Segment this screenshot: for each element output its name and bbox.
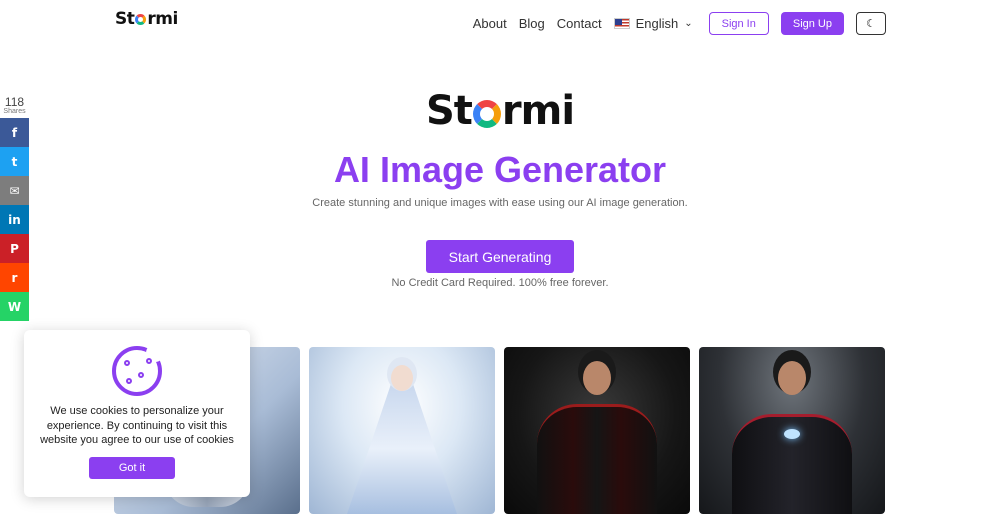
logo[interactable]: St rmi: [115, 9, 178, 29]
moon-icon: ☾: [866, 18, 876, 30]
nav-contact[interactable]: Contact: [557, 16, 602, 31]
whatsapp-share-button[interactable]: W: [0, 292, 29, 321]
figure-suit: [537, 404, 657, 514]
nav-blog[interactable]: Blog: [519, 16, 545, 31]
start-generating-button[interactable]: Start Generating: [426, 240, 574, 273]
figure-head: [583, 361, 611, 395]
language-label: English: [635, 16, 679, 31]
main-nav: About Blog Contact English ⌄ Sign In Sig…: [473, 12, 886, 35]
sign-up-button[interactable]: Sign Up: [780, 12, 844, 35]
chevron-down-icon: ⌄: [684, 18, 693, 29]
logo-text-end: rmi: [147, 9, 178, 29]
nav-about[interactable]: About: [473, 16, 507, 31]
linkedin-share-button[interactable]: in: [0, 205, 29, 234]
cookie-message: We use cookies to personalize your exper…: [40, 405, 234, 446]
theme-toggle-button[interactable]: ☾: [856, 12, 886, 35]
figure-core-light: [784, 429, 800, 439]
hero-logo-text-end: rmi: [501, 88, 575, 134]
us-flag-icon: [613, 18, 630, 29]
pinterest-share-button[interactable]: P: [0, 234, 29, 263]
whatsapp-icon: W: [7, 299, 22, 314]
cta-note: No Credit Card Required. 100% free forev…: [391, 277, 609, 289]
gallery-image-3[interactable]: [504, 347, 690, 514]
linkedin-icon: in: [8, 212, 21, 227]
figure-head: [778, 361, 806, 395]
cookie-chip: [138, 372, 144, 378]
figure-head: [391, 365, 413, 391]
hero-logo: St rmi: [0, 88, 1000, 134]
logo-mark-icon: [135, 13, 147, 25]
logo-text-start: St: [115, 9, 135, 29]
cookie-banner: We use cookies to personalize your exper…: [24, 330, 250, 497]
cookie-chip: [126, 378, 132, 384]
cookie-chip: [124, 360, 130, 366]
page-title: AI Image Generator: [333, 149, 667, 190]
hero-logo-text-start: St: [425, 88, 473, 134]
header: St rmi About Blog Contact English ⌄ Sign …: [0, 0, 1000, 48]
hero-subtitle: Create stunning and unique images with e…: [312, 197, 688, 209]
cookie-accept-button[interactable]: Got it: [89, 457, 175, 479]
sign-in-button[interactable]: Sign In: [708, 12, 769, 35]
hero-logo-mark-icon: [472, 100, 501, 128]
figure-gown: [347, 384, 457, 514]
cookie-chip: [146, 358, 152, 364]
gallery-image-4[interactable]: [699, 347, 885, 514]
gallery-image-2[interactable]: [309, 347, 495, 514]
pinterest-icon: P: [10, 241, 19, 256]
cookie-icon: [112, 344, 164, 396]
language-selector[interactable]: English ⌄: [613, 16, 693, 31]
